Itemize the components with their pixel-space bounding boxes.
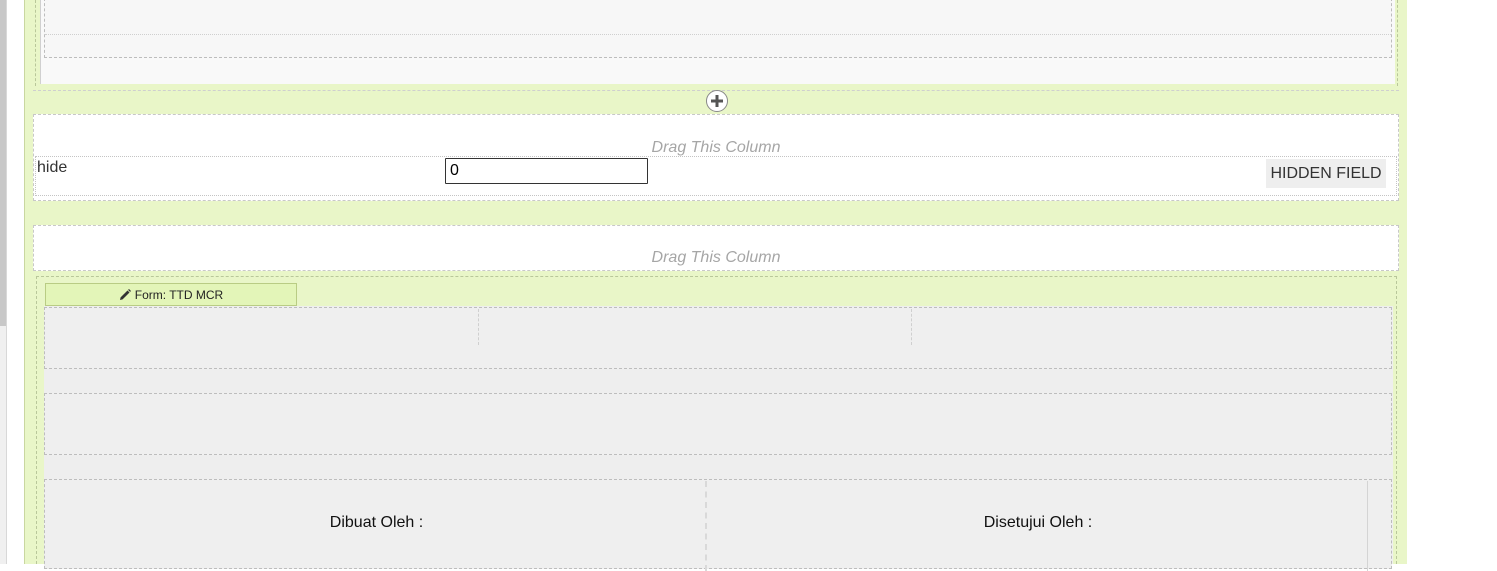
form-edit-tab-label: Form: TTD MCR [134,287,224,302]
form-row-1 [44,307,1392,369]
approved-by-label: Disetujui Oleh : [983,514,1093,531]
plus-circle-icon [711,95,723,107]
hidden-field-type-button[interactable]: HIDDEN FIELD [1266,159,1386,188]
form-row-2 [44,393,1392,455]
hidden-field-value-input[interactable] [445,158,648,184]
form-row-1-col-divider-2 [911,309,912,345]
form-edit-tab[interactable]: Form: TTD MCR [45,283,297,306]
pencil-icon [119,288,131,300]
made-by-label: Dibuat Oleh : [329,514,424,531]
top-field-divider [45,34,1391,35]
hidden-field-row[interactable] [35,156,1397,196]
hidden-field-label: hide [37,159,68,176]
top-field-box [44,0,1392,58]
scrollbar-thumb[interactable] [0,0,6,326]
form-row-1-col-divider-1 [478,309,479,345]
drag-column-handle-2[interactable]: Drag This Column [33,249,1399,269]
add-section-button[interactable] [706,90,728,112]
